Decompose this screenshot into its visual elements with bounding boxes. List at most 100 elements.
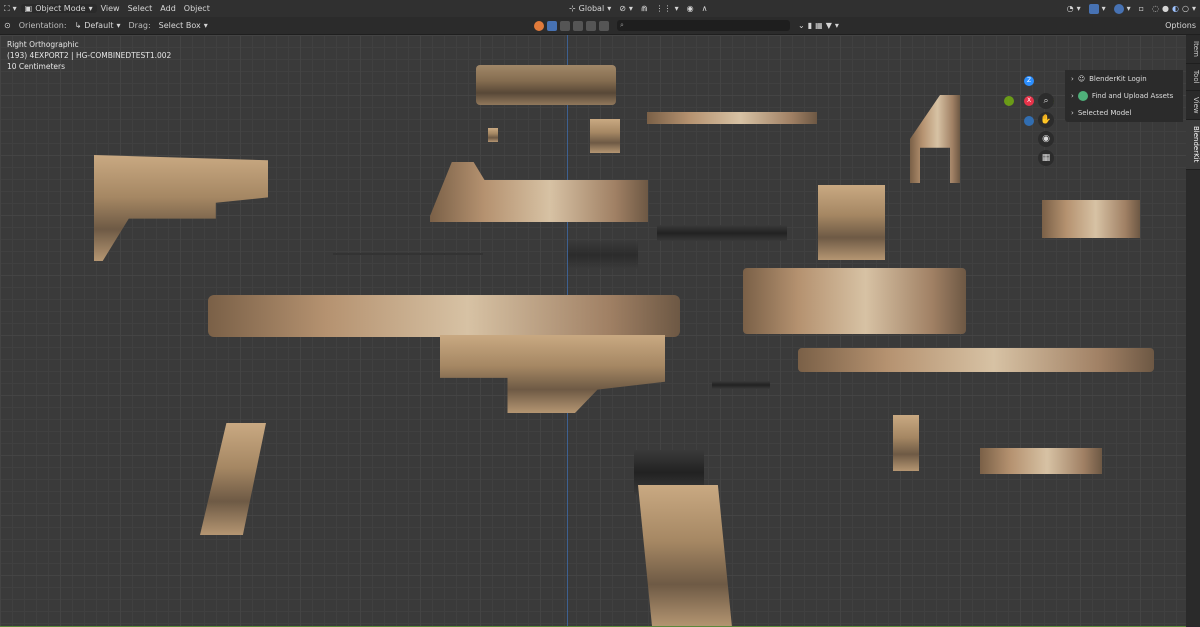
user-icon: ☺ [1077,74,1086,83]
front-sight-part[interactable] [910,95,960,183]
asset-search-input[interactable]: ⌕ [613,20,794,31]
rear-sight-part[interactable] [893,415,919,471]
options-button[interactable]: Options [1161,21,1200,30]
menu-select[interactable]: Select [124,4,157,13]
tab-item[interactable]: Item [1186,35,1200,64]
orientation-dropdown[interactable]: ↳ Default ▾ [71,21,125,30]
x-axis-handle[interactable]: X [1024,96,1034,106]
falloff-icon: ∧ [701,4,708,13]
camera-icon[interactable]: ◉ [1038,131,1054,147]
falloff-dropdown[interactable]: ∧ [698,4,712,13]
search-icon: ⌕ [620,21,624,29]
snap-dropdown[interactable]: ⋮⋮ ▾ [652,4,683,13]
xray-toggle[interactable]: ▫ [1135,4,1148,13]
drag-label: Drag: [128,21,151,30]
gas-block-part[interactable] [818,185,885,260]
active-object: (193) 4EXPORT2 | HG-COMBINEDTEST1.002 [7,51,172,60]
filter-icon[interactable]: ▼ [826,21,832,30]
sidebar-tabs: Item Tool View BlenderKit [1186,35,1200,627]
model-asset-icon[interactable] [547,20,558,31]
menu-add[interactable]: Add [156,4,180,13]
drag-dropdown[interactable]: Select Box ▾ [155,21,212,30]
sidebar-item-find-upload[interactable]: › Find and Upload Assets [1065,87,1183,104]
3d-viewport[interactable]: Right Orthographic (193) 4EXPORT2 | HG-C… [0,35,1200,627]
proportional-edit-toggle[interactable]: ◉ [683,4,698,13]
barrel-part[interactable] [798,348,1154,372]
grip-part[interactable] [200,423,266,535]
handguard-part[interactable] [743,268,966,334]
magnet-icon: ⋒ [640,4,648,13]
grid-icon[interactable]: ▦ [815,21,823,30]
small-pin-part[interactable] [488,128,498,142]
wireframe-shading-icon[interactable]: ◌ [1152,4,1159,13]
chevron-down-icon: ▾ [88,4,93,13]
menu-view[interactable]: View [97,4,124,13]
editor-header: ⛶ ▾ ▣ Object Mode ▾ View Select Add Object … [0,0,1200,17]
gizmo-toggle[interactable]: ▾ [1085,3,1110,14]
sidebar-item-selected-model[interactable]: › Selected Model [1065,104,1183,121]
pivot-dropdown[interactable]: ⊘ ▾ [615,4,637,13]
barrel-nut-part[interactable] [1042,200,1140,238]
search-filter-buttons: ⌄ ▮ ▦ ▼ ▾ [798,21,839,30]
mode-dropdown[interactable]: ▣ Object Mode ▾ [20,4,97,13]
asset-type-icons [530,20,613,31]
material-asset-icon[interactable] [560,20,571,31]
solid-shading-icon[interactable]: ● [1162,4,1169,13]
chevron-right-icon: › [1071,108,1074,117]
gizmo-icon [1088,3,1099,14]
stock-part[interactable] [94,155,268,261]
tool-settings-toggle[interactable]: ⊙ [0,21,15,30]
object-mode-icon: ▣ [24,4,33,13]
material-shading-icon[interactable]: ◐ [1172,4,1179,13]
sidebar-panel: › ☺ BlenderKit Login › Find and Upload Asse… [1065,70,1183,122]
dropdown-icon[interactable]: ⌄ [798,21,805,30]
brush-asset-icon[interactable] [599,20,610,31]
lower-receiver-part[interactable] [440,335,665,413]
grid-toggle-icon[interactable]: ▦ [1038,150,1054,166]
grid-scale: 10 Centimeters [7,62,66,71]
block-part[interactable] [590,119,620,153]
sidebar-item-blenderkit-login[interactable]: › ☺ BlenderKit Login [1065,70,1183,87]
cable-part[interactable] [712,381,770,389]
select-tool-icon: ⊙ [4,21,11,30]
bolt-part[interactable] [657,225,787,241]
neg-z-axis-handle[interactable] [1024,116,1034,126]
trigger-group-part[interactable] [568,241,638,269]
bookmark-icon[interactable]: ▮ [808,21,812,30]
view-name: Right Orthographic [7,40,79,49]
pivot-icon: ⊘ [619,4,626,13]
tab-tool[interactable]: Tool [1186,64,1200,91]
overlay-toggle[interactable]: ▾ [1110,3,1135,14]
viewport-info: Right Orthographic (193) 4EXPORT2 | HG-C… [7,39,171,72]
orientation-axes-icon: ↳ [74,21,82,30]
proportional-icon: ◉ [686,4,694,13]
menu-object[interactable]: Object [180,4,214,13]
scene-asset-icon[interactable] [586,20,597,31]
carry-handle-part[interactable] [430,162,648,222]
rail-part[interactable] [647,112,817,124]
visibility-dropdown[interactable]: ◔ ▾ [1063,4,1085,13]
shading-modes[interactable]: ◌ ● ◐ ○ ▾ [1148,4,1200,13]
hdr-asset-icon[interactable] [573,20,584,31]
viewport-icon: ⛶ [4,3,10,13]
editor-type-button[interactable]: ⛶ ▾ [0,4,21,14]
bolt-carrier-part[interactable] [476,65,616,105]
chevron-right-icon: › [1071,91,1074,100]
spring-part[interactable] [333,253,483,265]
blenderkit-icon[interactable] [534,20,545,31]
rendered-shading-icon[interactable]: ○ [1182,4,1189,13]
tab-view[interactable]: View [1186,91,1200,121]
z-axis-handle[interactable]: Z [1024,76,1034,86]
tab-blenderkit[interactable]: BlenderKit [1186,120,1200,170]
xray-icon: ▫ [1138,4,1145,13]
upper-receiver-part[interactable] [208,295,680,337]
transform-orientation-dropdown[interactable]: ⊹ Global ▾ [565,4,615,13]
flash-hider-part[interactable] [980,448,1102,474]
zoom-icon[interactable]: ⌕ [1038,93,1054,109]
orientation-icon: ⊹ [568,4,576,13]
neg-y-axis-handle[interactable] [1004,96,1014,106]
snap-toggle[interactable]: ⋒ [637,4,652,13]
pan-hand-icon[interactable]: ✋ [1038,112,1054,128]
magazine-part[interactable] [638,485,732,627]
snap-increment-icon: ⋮⋮ [655,4,672,13]
